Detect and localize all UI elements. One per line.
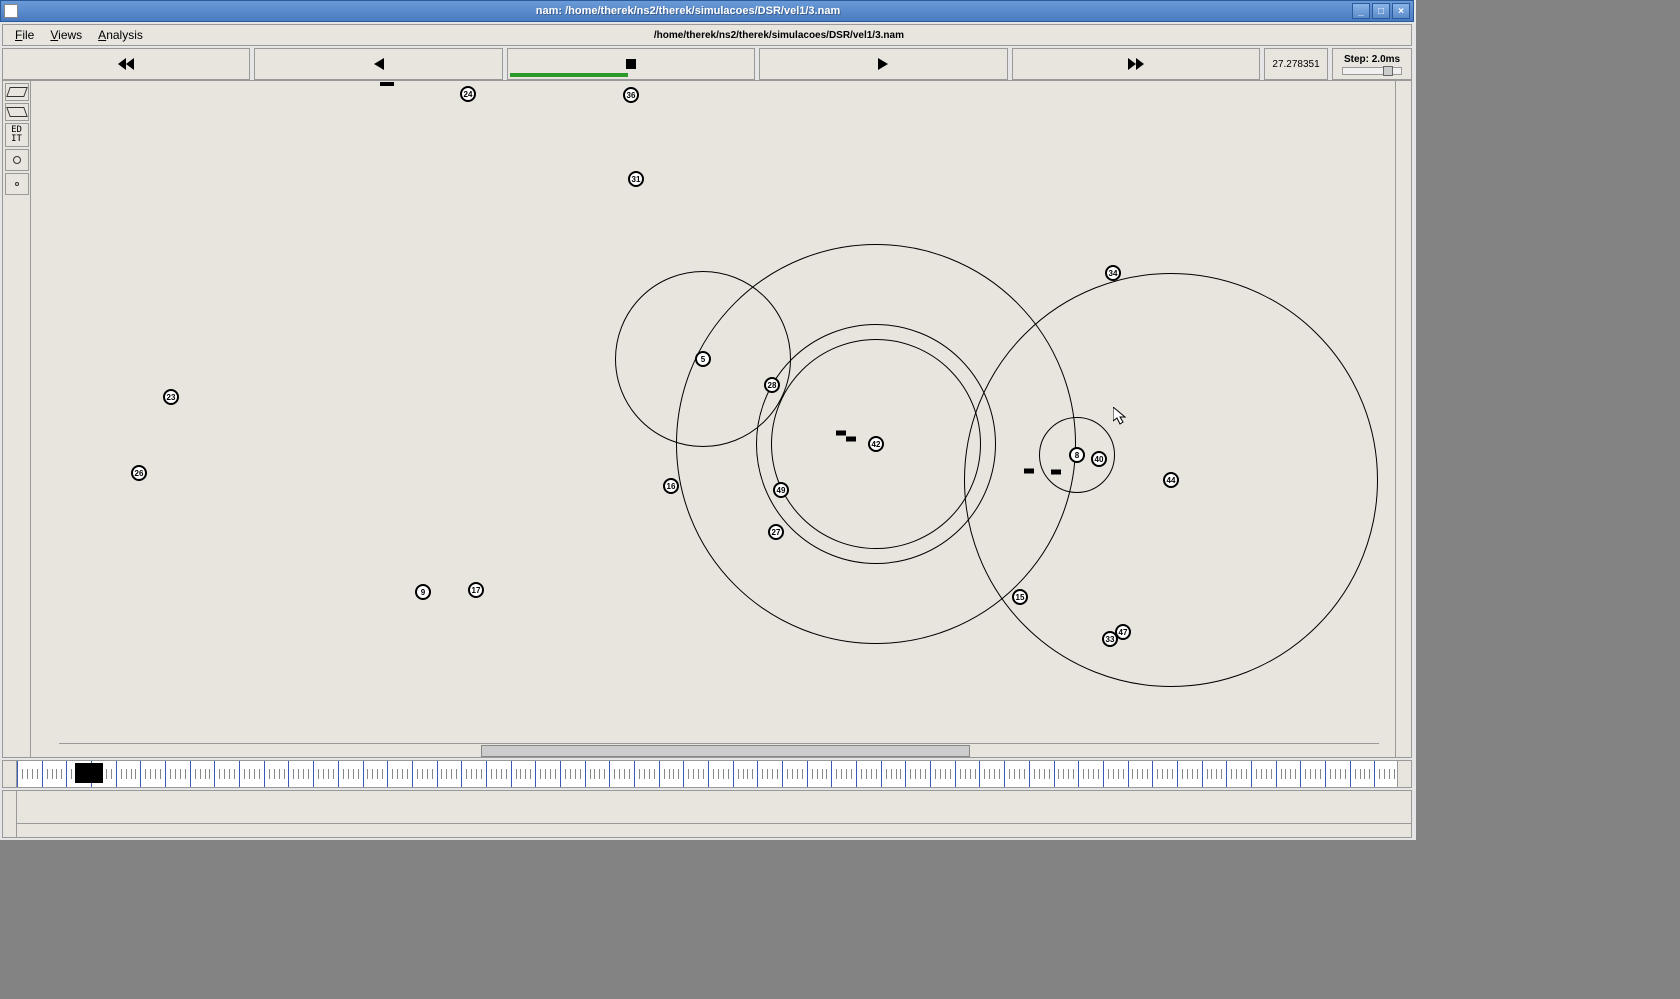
bottom-hscroll[interactable] <box>17 823 1411 837</box>
node-23[interactable]: 23 <box>163 389 179 405</box>
window-titlebar: nam: /home/therek/ns2/therek/simulacoes/… <box>0 0 1414 22</box>
node-31[interactable]: 31 <box>628 171 644 187</box>
simulation-canvas[interactable]: 2436313452823428402644164927917154733 <box>31 81 1395 757</box>
stop-button[interactable] <box>507 48 755 80</box>
rewind-button[interactable] <box>2 48 250 80</box>
tool-zoom-in[interactable] <box>5 83 29 101</box>
side-toolbar: ED IT <box>3 81 31 757</box>
time-display: 27.278351 <box>1264 48 1328 80</box>
step-back-button[interactable] <box>254 48 502 80</box>
timeline-scroll-up[interactable] <box>3 761 17 787</box>
node-9[interactable]: 9 <box>415 584 431 600</box>
step-control[interactable]: Step: 2.0ms <box>1332 48 1412 80</box>
file-path-label: /home/therek/ns2/therek/simulacoes/DSR/v… <box>151 30 1407 41</box>
node-15[interactable]: 15 <box>1012 589 1028 605</box>
node-5[interactable]: 5 <box>695 351 711 367</box>
canvas-hscroll[interactable] <box>59 743 1379 757</box>
node-8[interactable]: 8 <box>1069 447 1085 463</box>
node-28[interactable]: 28 <box>764 377 780 393</box>
menu-file[interactable]: File <box>7 26 42 44</box>
canvas-vscroll[interactable] <box>1395 81 1411 757</box>
packet <box>1051 470 1061 475</box>
canvas-viewport[interactable]: 2436313452823428402644164927917154733 <box>31 81 1395 757</box>
node-34[interactable]: 34 <box>1105 265 1121 281</box>
step-label: Step: 2.0ms <box>1344 54 1400 65</box>
screen-blank-bottom <box>0 840 1680 999</box>
node-36[interactable]: 36 <box>623 87 639 103</box>
progress-bar <box>510 73 628 77</box>
minimize-button[interactable]: _ <box>1352 3 1370 19</box>
tool-zoom-out[interactable] <box>5 103 29 121</box>
timeline-scroll-end[interactable] <box>1397 761 1411 787</box>
app-icon <box>4 4 18 18</box>
menu-analysis[interactable]: Analysis <box>90 26 151 44</box>
timeline-ruler[interactable] <box>17 761 1397 787</box>
node-27[interactable]: 27 <box>768 524 784 540</box>
node-40[interactable]: 40 <box>1091 451 1107 467</box>
tool-node-small[interactable] <box>5 173 29 195</box>
fast-forward-button[interactable] <box>1012 48 1260 80</box>
node-33[interactable]: 33 <box>1102 631 1118 647</box>
packet <box>1024 469 1034 474</box>
window-title: nam: /home/therek/ns2/therek/simulacoes/… <box>24 5 1352 17</box>
maximize-button[interactable]: □ <box>1372 3 1390 19</box>
timeline-marker[interactable] <box>75 763 103 783</box>
menubar: File Views Analysis /home/therek/ns2/the… <box>2 24 1412 46</box>
mouse-cursor <box>1113 407 1127 428</box>
node-44[interactable]: 44 <box>1163 472 1179 488</box>
play-button[interactable] <box>759 48 1007 80</box>
tool-node-large[interactable] <box>5 149 29 171</box>
node-24[interactable]: 24 <box>460 86 476 102</box>
close-button[interactable]: × <box>1392 3 1410 19</box>
tool-edit[interactable]: ED IT <box>5 123 29 147</box>
playback-controls: 27.278351 Step: 2.0ms <box>2 48 1412 80</box>
node-26[interactable]: 26 <box>131 465 147 481</box>
packet <box>836 431 846 436</box>
menu-views[interactable]: Views <box>42 26 90 44</box>
step-slider[interactable] <box>1342 67 1402 75</box>
bottom-panel <box>2 790 1412 838</box>
node-42[interactable]: 42 <box>868 436 884 452</box>
bottom-vscroll[interactable] <box>3 791 17 837</box>
packet <box>846 437 856 442</box>
node-17[interactable]: 17 <box>468 582 484 598</box>
node-16[interactable]: 16 <box>663 478 679 494</box>
node-49[interactable]: 49 <box>773 482 789 498</box>
packet-fragment <box>380 82 394 86</box>
canvas-panel: ED IT 2436313452823428402644164927917154… <box>2 80 1412 758</box>
timeline-panel <box>2 760 1412 788</box>
bottom-body <box>17 791 1411 837</box>
